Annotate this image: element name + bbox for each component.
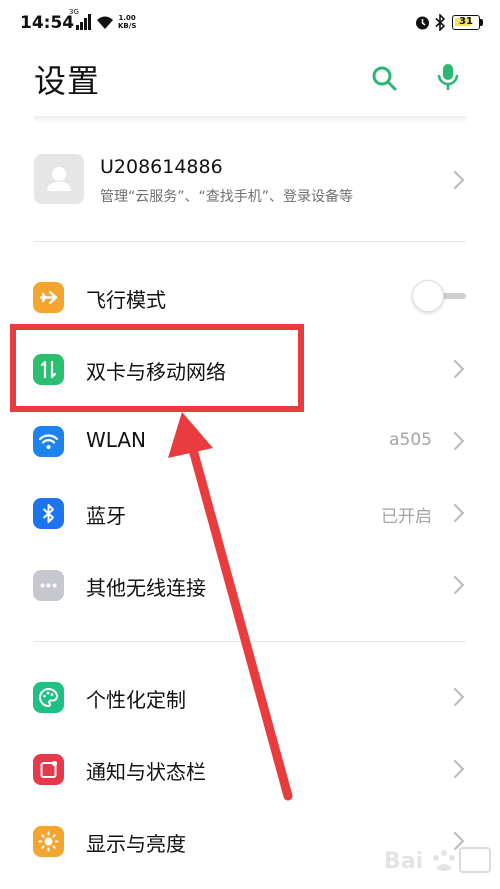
setting-airplane-mode[interactable]: 飞行模式 [0, 261, 500, 333]
chevron-right-icon [453, 687, 465, 707]
annotation-highlight-box [10, 324, 304, 412]
airplane-icon [33, 282, 64, 313]
setting-label: WLAN [86, 428, 147, 452]
chevron-right-icon [453, 575, 465, 595]
airplane-mode-toggle[interactable] [412, 279, 468, 313]
chevron-right-icon [453, 359, 465, 379]
notification-icon [33, 754, 64, 785]
chevron-right-icon [453, 170, 465, 190]
setting-label: 其他无线连接 [86, 576, 206, 600]
battery-level: 31 [459, 16, 473, 27]
account-row[interactable]: U208614886 管理“云服务”、“查找手机”、登录设备等 [0, 138, 500, 224]
setting-personalization[interactable]: 个性化定制 [0, 661, 500, 733]
avatar [34, 154, 84, 204]
network-speed-value: 1.00 [118, 14, 136, 22]
setting-label: 通知与状态栏 [86, 760, 206, 784]
wifi-icon [33, 426, 64, 457]
bluetooth-icon [33, 498, 64, 529]
battery-nub [480, 19, 483, 26]
signal-icon [76, 14, 91, 30]
network-speed: 1.00 KB/S [118, 14, 136, 30]
section-divider [34, 241, 466, 242]
chevron-right-icon [453, 503, 465, 523]
header-divider [34, 116, 466, 124]
setting-label: 个性化定制 [86, 688, 186, 712]
battery-icon: 31 [452, 15, 480, 30]
user-icon [47, 167, 71, 191]
setting-label: 蓝牙 [86, 504, 126, 528]
setting-label: 显示与亮度 [86, 832, 186, 856]
brightness-icon [33, 826, 64, 857]
network-speed-unit: KB/S [118, 22, 137, 30]
svg-text:Bai: Bai [384, 849, 423, 874]
search-icon[interactable] [370, 64, 398, 92]
section-divider [34, 641, 466, 642]
setting-value: 已开启 [381, 507, 432, 527]
setting-other-wireless[interactable]: 其他无线连接 [0, 549, 500, 621]
wifi-icon [97, 16, 113, 29]
page-title: 设置 [34, 62, 101, 100]
account-name: U208614886 [100, 156, 223, 178]
microphone-icon[interactable] [436, 62, 460, 92]
account-description: 管理“云服务”、“查找手机”、登录设备等 [100, 189, 354, 205]
status-time: 14:54 [20, 13, 75, 33]
status-bar: 14:54 3G 1.00 KB/S 31 [0, 0, 500, 46]
palette-icon [33, 682, 64, 713]
watermark-logo: Bai [384, 847, 491, 874]
chevron-right-icon [453, 759, 465, 779]
bluetooth-icon [435, 14, 446, 31]
more-dots-icon [33, 570, 64, 601]
alarm-icon [416, 16, 429, 30]
setting-value: a505 [389, 430, 432, 450]
setting-label: 飞行模式 [86, 288, 166, 312]
setting-notifications[interactable]: 通知与状态栏 [0, 733, 500, 805]
setting-bluetooth[interactable]: 蓝牙 已开启 [0, 477, 500, 549]
setting-wlan[interactable]: WLAN a505 [0, 405, 500, 477]
chevron-right-icon [453, 431, 465, 451]
